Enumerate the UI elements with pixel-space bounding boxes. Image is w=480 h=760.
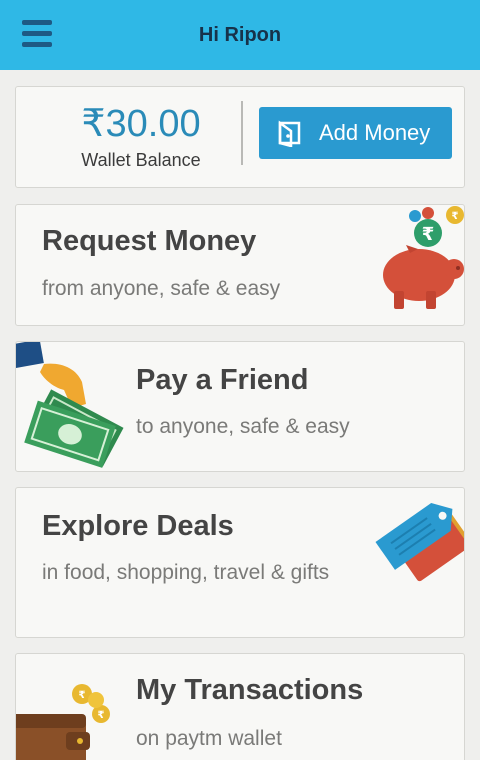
- top-app-bar: Hi Ripon: [0, 0, 480, 70]
- wallet-card: ₹30.00 Wallet Balance Add Money: [15, 86, 465, 188]
- piggy-bank-icon: ₹ ₹: [383, 206, 464, 309]
- wallet-balance-amount: ₹30.00: [81, 103, 201, 145]
- divider: [241, 101, 243, 165]
- my-transactions-subtitle: on paytm wallet: [136, 727, 282, 750]
- request-money-title: Request Money: [42, 225, 257, 257]
- add-money-label: Add Money: [319, 120, 431, 145]
- svg-text:₹: ₹: [98, 710, 105, 721]
- svg-text:₹: ₹: [422, 224, 435, 245]
- svg-text:₹: ₹: [79, 690, 86, 701]
- request-money-subtitle: from anyone, safe & easy: [42, 277, 281, 300]
- my-transactions-card[interactable]: ₹ ₹ My Transactions on paytm wallet: [15, 653, 465, 760]
- wallet-balance-label: Wallet Balance: [81, 150, 201, 170]
- greeting-title: Hi Ripon: [198, 24, 282, 46]
- wallet-with-coins-icon: ₹ ₹: [16, 684, 110, 760]
- my-transactions-title: My Transactions: [136, 674, 364, 706]
- add-money-button[interactable]: Add Money: [259, 107, 452, 159]
- svg-text:₹: ₹: [452, 211, 459, 222]
- explore-deals-subtitle: in food, shopping, travel & gifts: [42, 561, 330, 584]
- request-money-card[interactable]: Request Money from anyone, safe & easy ₹…: [15, 204, 465, 326]
- pay-a-friend-subtitle: to anyone, safe & easy: [136, 415, 350, 438]
- wallet-icon: [278, 120, 301, 147]
- pay-a-friend-title: Pay a Friend: [136, 364, 309, 396]
- explore-deals-title: Explore Deals: [42, 510, 234, 542]
- pay-a-friend-card[interactable]: Pay a Friend to anyone, safe & easy: [15, 341, 465, 472]
- hand-with-money-icon: [16, 342, 124, 468]
- explore-deals-card[interactable]: Explore Deals in food, shopping, travel …: [15, 487, 465, 638]
- price-tag-icon: [375, 503, 464, 582]
